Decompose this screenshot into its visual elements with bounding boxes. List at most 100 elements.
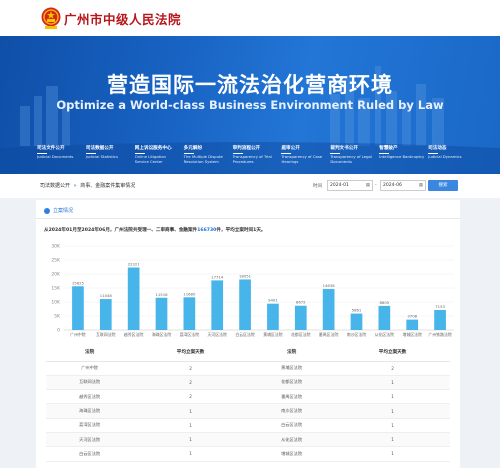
section-title: 立案情况	[53, 208, 74, 214]
bar	[294, 305, 307, 330]
table-cell: 花都区法院	[247, 375, 336, 391]
end-date-input[interactable]: 2024-06 ▦	[380, 180, 426, 191]
table-cell: 1	[335, 418, 450, 433]
table-cell: 黄埔区法院	[247, 361, 336, 376]
bar-value-label: 8605	[380, 300, 390, 305]
start-date-value: 2024-01	[330, 183, 349, 188]
x-tick-label: 天河区法院	[207, 332, 227, 337]
table-cell: 2	[133, 375, 248, 391]
bar	[322, 289, 335, 330]
filter-bar: 司法数据公开 » 商事、金融案件集审情况 时间 2024-01 ▦ - 2024…	[0, 174, 500, 198]
main-navigation: 司法文件公开 Judicial Documents 司法数据公开 Judicia…	[34, 146, 474, 174]
bar	[155, 297, 168, 330]
x-tick-label: 增城区法院	[402, 332, 422, 337]
banner-subtitle: Optimize a World-class Business Environm…	[56, 98, 444, 112]
y-tick-label: 30K	[51, 244, 61, 250]
bar	[406, 319, 419, 330]
breadcrumb: 司法数据公开 » 商事、金融案件集审情况	[40, 182, 135, 189]
end-date-value: 2024-06	[383, 183, 402, 188]
table-cell: 1	[133, 403, 248, 419]
nav-item-subtitle: Transparency of Trial Procedures	[232, 154, 272, 164]
bar	[378, 305, 391, 330]
summary-prefix: 从2024年01月至2024年06月，广州法院共受理一、二审商事、金融案件	[44, 228, 198, 233]
table-row: 白云区法院 1 增城区法院 1	[46, 446, 450, 462]
table-cell: 番禺区法院	[247, 389, 336, 405]
nav-dispute-resolution[interactable]: 多元解纷 The Multiple Dispute Resolution Sys…	[181, 146, 230, 174]
bar	[72, 286, 84, 330]
y-tick-label: 0	[57, 328, 60, 334]
x-tick-label: 黄埔区法院	[263, 332, 283, 337]
bar	[183, 297, 196, 330]
nav-intelligence-bankruptcy[interactable]: 智慧破产 Intelligence Bankruptcy	[376, 146, 425, 174]
x-tick-label: 花都区法院	[291, 332, 311, 337]
x-tick-label: 番禺区法院	[319, 332, 339, 337]
bar	[99, 299, 112, 330]
search-button[interactable]: 搜索	[428, 180, 458, 191]
nav-item-label: 网上诉讼服务中心	[134, 146, 172, 151]
case-filing-bar-chart: 0 5K 10K 15K 20K 25K 30K 15625 广州中院 11048 互联网法院 223…	[51, 244, 454, 337]
nav-item-label: 司法动态	[428, 146, 447, 151]
table-row: 荔湾区法院 1 白云区法院 1	[46, 418, 450, 433]
bar-value-label: 15625	[72, 280, 85, 285]
table-cell: 白云区法院	[46, 446, 134, 462]
bar	[127, 267, 140, 330]
breadcrumb-separator: »	[73, 183, 77, 189]
bar-value-label: 11680	[183, 291, 196, 296]
table-cell: 2	[133, 389, 248, 405]
nav-item-subtitle: Judicial Documents	[37, 154, 74, 159]
nav-item-subtitle: The Multiple Dispute Resolution System	[183, 154, 223, 164]
nav-online-litigation[interactable]: 网上诉讼服务中心 Online Litigation Service Cente…	[132, 146, 181, 174]
nav-item-subtitle: Online Litigation Service Center	[134, 154, 166, 164]
bar-value-label: 7153	[435, 304, 445, 309]
nav-judicial-documents[interactable]: 司法文件公开 Judicial Documents	[34, 146, 83, 174]
x-tick-label: 南沙区法院	[347, 332, 367, 337]
filing-status-icon	[44, 207, 50, 214]
table-cell: 1	[133, 446, 248, 462]
table-row: 互联网法院 2 花都区法院 1	[46, 375, 450, 391]
breadcrumb-root-link[interactable]: 司法数据公开	[40, 183, 70, 189]
bar-value-label: 3708	[407, 314, 417, 319]
national-emblem-icon	[41, 7, 61, 29]
x-tick-label: 海珠区法院	[152, 332, 172, 337]
section-header: 立案情况	[44, 207, 73, 214]
table-cell: 1	[335, 432, 450, 448]
nav-trial-procedures[interactable]: 审判流程公开 Transparency of Trial Procedures	[230, 146, 279, 174]
nav-item-subtitle: Transparency of Legal Documents	[330, 154, 372, 164]
column-header: 法院	[46, 344, 134, 362]
bar-value-label: 14636	[323, 283, 336, 288]
calendar-icon: ▦	[365, 183, 370, 188]
table-cell: 1	[335, 403, 450, 419]
table-cell: 1	[133, 418, 248, 433]
calendar-icon: ▦	[418, 183, 423, 188]
y-tick-label: 20K	[51, 272, 61, 278]
table-cell: 海珠区法院	[46, 403, 134, 419]
table-cell: 白云区法院	[247, 418, 336, 433]
breadcrumb-current: 商事、金融案件集审情况	[80, 183, 136, 189]
start-date-input[interactable]: 2024-01 ▦	[327, 180, 373, 191]
top-header: 广州市中级人民法院	[0, 0, 500, 36]
table-cell: 2	[133, 361, 248, 376]
nav-item-subtitle: Judicial Statistics	[85, 154, 118, 159]
summary-suffix: 件，平均立案时间1天。	[216, 228, 266, 233]
nav-item-subtitle: Judicial Dynamics	[428, 154, 462, 159]
column-header: 法院	[247, 344, 336, 362]
table-cell: 2	[335, 361, 450, 376]
y-tick-label: 5K	[54, 314, 61, 320]
y-tick-label: 25K	[51, 258, 61, 264]
table-cell: 1	[335, 446, 450, 462]
summary-number: 166730	[197, 228, 217, 233]
nav-judicial-dynamics[interactable]: 司法动态 Judicial Dynamics	[425, 146, 474, 174]
nav-legal-documents[interactable]: 裁判文书公开 Transparency of Legal Documents	[327, 146, 376, 174]
nav-item-subtitle: Intelligence Bankruptcy	[379, 154, 425, 159]
bar	[434, 309, 446, 330]
bar-value-label: 5861	[352, 308, 362, 313]
bar	[239, 279, 251, 330]
section-divider	[36, 218, 460, 219]
nav-item-label: 庭审公开	[281, 146, 300, 151]
nav-judicial-statistics[interactable]: 司法数据公开 Judicial Statistics	[83, 146, 132, 174]
nav-case-hearings[interactable]: 庭审公开 Transparency of Case Hearings	[278, 146, 327, 174]
bar	[267, 303, 279, 330]
court-name[interactable]: 广州市中级人民法院	[64, 9, 181, 28]
table-cell: 越秀区法院	[46, 389, 134, 405]
column-header: 平均立案天数	[133, 344, 248, 362]
